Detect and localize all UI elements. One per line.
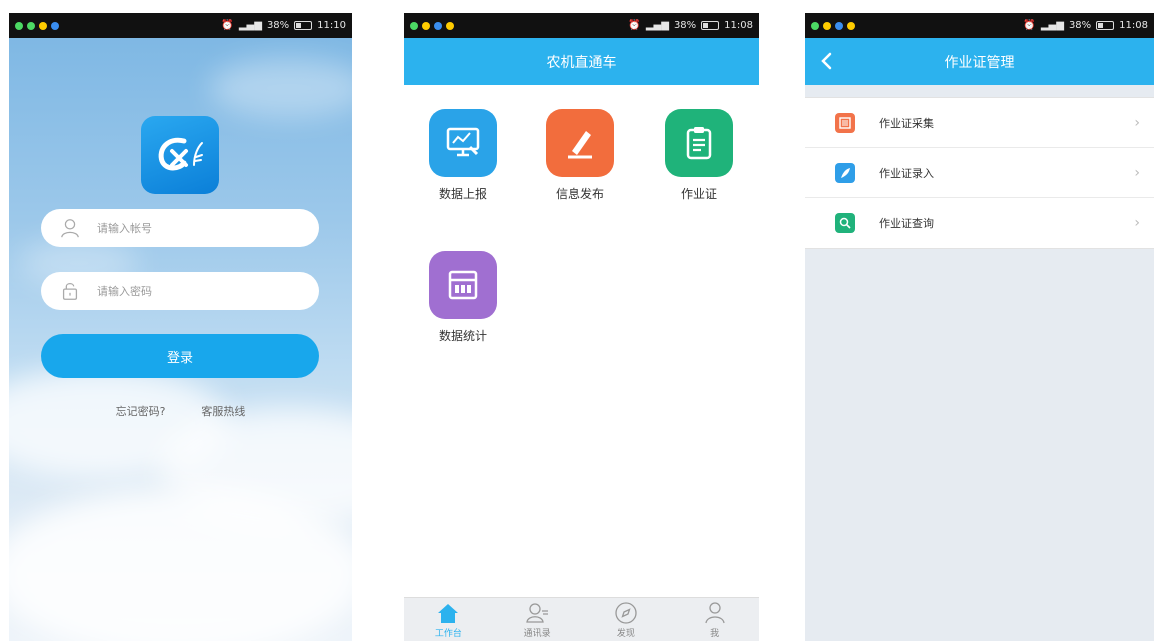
signal-icon: ▂▄▆ [1040,20,1064,31]
monitor-chart-icon [429,109,497,177]
notification-dots [811,21,855,30]
list-item-label: 作业证录入 [879,166,934,180]
list-item-label: 作业证查询 [879,217,934,230]
back-arrow-icon[interactable] [819,51,833,71]
certificate-menu-list: 作业证采集 › 作业证录入 › 作业证查询 › [805,97,1154,249]
list-item-certificate-collect[interactable]: 作业证采集 › [805,98,1154,148]
clock: 11:08 [1119,20,1148,31]
title-bar: 作业证管理 [805,38,1154,85]
tile-work-certificate[interactable]: 作业证 [654,109,744,202]
login-button[interactable]: 登录 [41,334,319,378]
tile-info-publish[interactable]: 信息发布 [535,109,625,202]
search-icon [835,213,855,233]
battery-percent: 38% [266,20,290,31]
tile-data-report[interactable]: 数据上报 [418,109,508,202]
battery-icon [1096,21,1115,30]
tab-contacts[interactable]: 通讯录 [493,598,582,641]
page-title: 农机直通车 [546,54,617,71]
tile-label: 信息发布 [555,187,604,201]
logo-mark-icon [158,137,203,171]
lock-icon [62,283,78,300]
login-screen: ⏰ ▂▄▆ 38% 11:10 请输入帐号 登录 忘记密码? 客服热线 [9,13,352,641]
battery-icon [294,21,313,30]
clock: 11:08 [724,20,753,31]
tab-discover[interactable]: 发现 [582,598,671,641]
page-title: 作业证管理 [944,54,1015,71]
password-field[interactable] [41,272,319,310]
account-field[interactable] [41,209,319,247]
notification-dots [410,21,454,30]
battery-percent: 38% [1068,20,1092,31]
sky-background: 登录 忘记密码? 客服热线 [9,38,352,641]
account-input[interactable] [97,221,287,235]
password-input[interactable] [97,284,287,298]
workbench-screen: ⏰ ▂▄▆ 38% 11:08 农机直通车 数据上报 信息发布 作业证 数据统计… [404,13,759,641]
pencil-icon [546,109,614,177]
tab-me[interactable]: 我 [670,598,759,641]
calculator-icon [429,251,497,319]
signal-icon: ▂▄▆ [238,20,262,31]
clock: 11:10 [317,20,346,31]
scan-icon [835,112,855,133]
battery-icon [701,21,720,30]
feather-icon [835,162,855,183]
status-bar: ⏰ ▂▄▆ 38% 11:10 [9,13,352,38]
content-area: 作业证采集 › 作业证录入 › 作业证查询 › [805,85,1154,641]
battery-percent: 38% [673,20,697,31]
alarm-icon: ⏰ [1023,20,1036,31]
contacts-icon [526,603,549,623]
status-bar: ⏰ ▂▄▆ 38% 11:08 [404,13,759,38]
tab-workbench[interactable]: 工作台 [404,598,493,641]
bottom-tab-bar: 工作台 通讯录 发现 我 [404,597,759,641]
compass-icon [615,602,637,624]
user-icon [61,219,79,238]
chevron-right-icon: › [1134,215,1140,231]
forgot-password-link[interactable]: 忘记密码? [116,403,166,419]
list-item-certificate-entry[interactable]: 作业证录入 › [805,148,1154,198]
customer-hotline-link[interactable]: 客服热线 [201,403,245,419]
chevron-right-icon: › [1134,164,1140,181]
clipboard-icon [665,109,733,177]
tile-label: 作业证 [680,187,717,201]
alarm-icon: ⏰ [628,20,641,31]
signal-icon: ▂▄▆ [645,20,669,31]
chevron-right-icon: › [1134,114,1140,131]
list-item-certificate-query[interactable]: 作业证查询 › [805,198,1154,248]
title-bar: 农机直通车 [404,38,759,85]
notification-dots [15,21,59,30]
status-bar: ⏰ ▂▄▆ 38% 11:08 [805,13,1154,38]
tile-label: 数据统计 [438,329,487,343]
home-icon [438,604,459,623]
person-icon [704,602,725,624]
tile-label: 数据上报 [438,187,487,201]
list-item-label: 作业证采集 [879,116,934,130]
app-logo [141,116,219,194]
certificate-management-screen: ⏰ ▂▄▆ 38% 11:08 作业证管理 作业证采集 › 作业证录入 › 作业… [805,13,1154,641]
tile-data-statistics[interactable]: 数据统计 [418,251,508,344]
alarm-icon: ⏰ [221,20,234,31]
